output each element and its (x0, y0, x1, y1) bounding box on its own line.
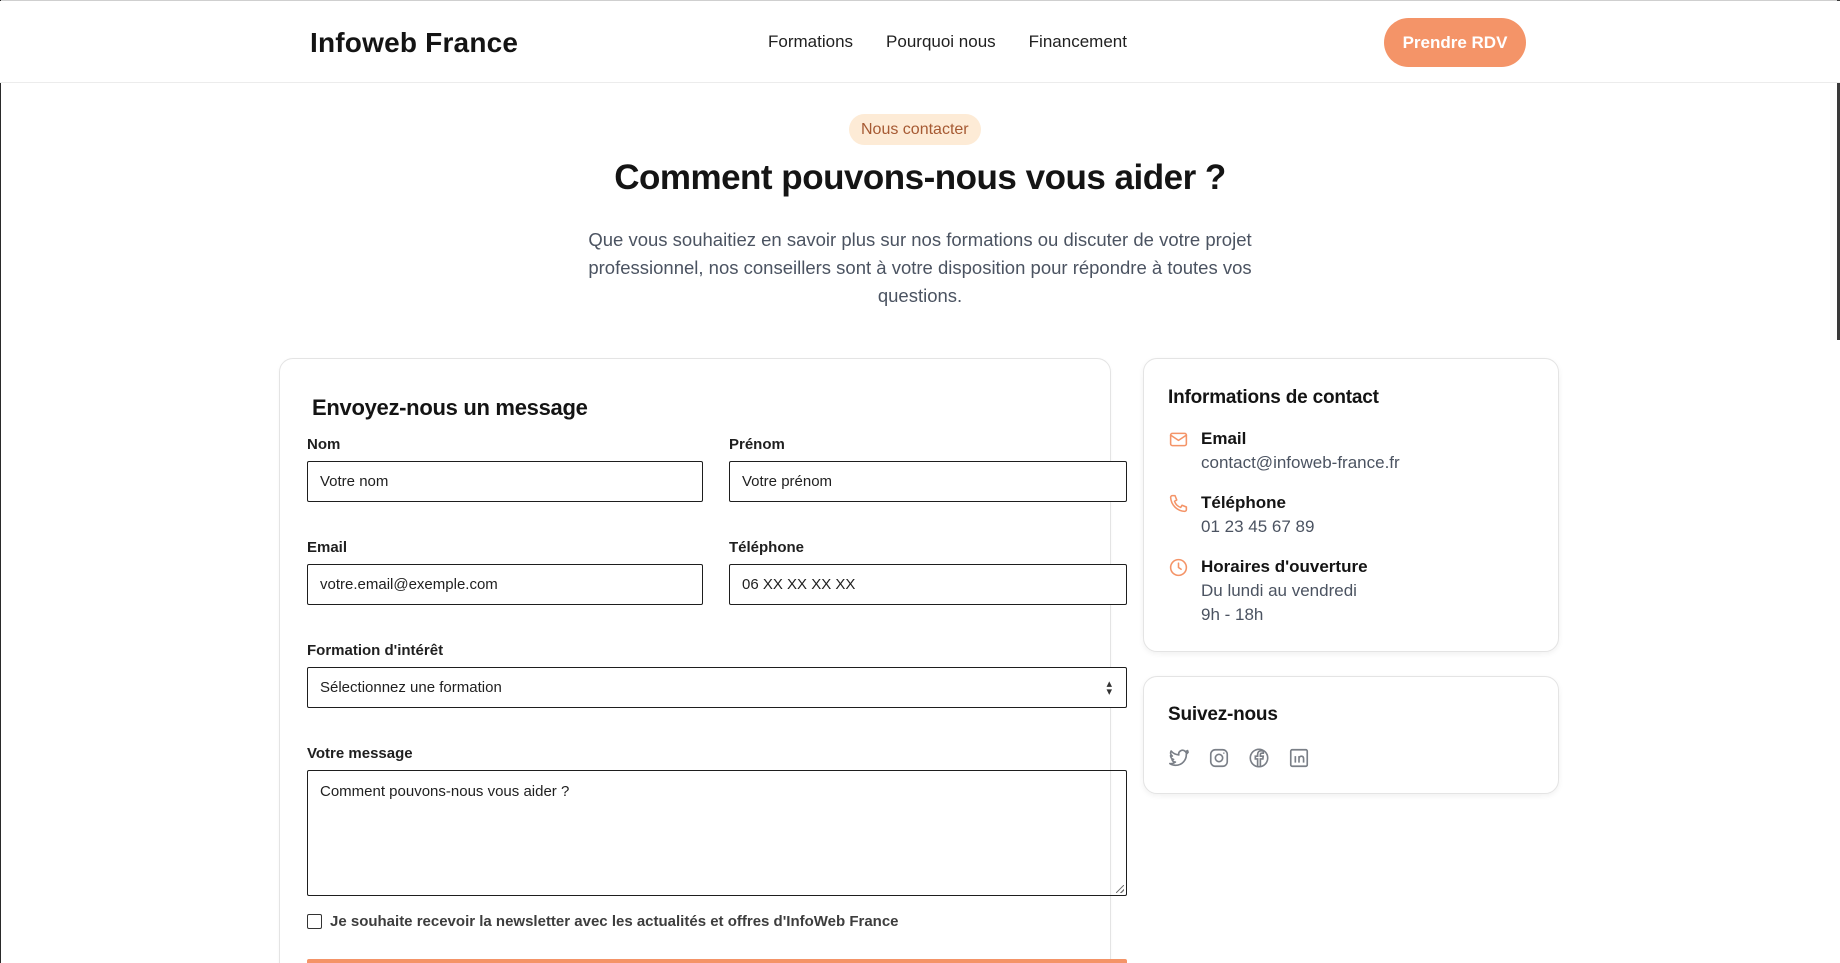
select-chevron-icon: ▴ ▾ (1106, 678, 1112, 698)
page-intro: Que vous souhaitiez en savoir plus sur n… (588, 229, 1252, 306)
formation-select-value: Sélectionnez une formation (320, 679, 502, 696)
facebook-icon[interactable] (1248, 747, 1270, 769)
twitter-icon[interactable] (1168, 747, 1190, 769)
contact-hours-item: Horaires d'ouverture Du lundi au vendred… (1168, 555, 1368, 627)
window-left-border (0, 0, 1, 963)
message-textarea[interactable]: Comment pouvons-nous vous aider ? (307, 770, 1127, 896)
nav-link-financement[interactable]: Financement (1029, 32, 1127, 52)
social-title: Suivez-nous (1168, 704, 1278, 725)
instagram-icon[interactable] (1208, 747, 1230, 769)
nom-label: Nom (307, 436, 341, 453)
formation-label: Formation d'intérêt (307, 642, 444, 659)
contact-phone-item: Téléphone 01 23 45 67 89 (1168, 491, 1314, 539)
page-title: Comment pouvons-nous vous aider ? (614, 158, 1226, 197)
site-logo[interactable]: Infoweb France (310, 27, 518, 59)
newsletter-label[interactable]: Je souhaite recevoir la newsletter avec … (330, 913, 899, 930)
linkedin-icon[interactable] (1288, 747, 1310, 769)
contact-phone-value[interactable]: 01 23 45 67 89 (1201, 515, 1314, 539)
mail-icon (1169, 432, 1188, 447)
section-badge: Nous contacter (849, 114, 981, 145)
contact-hours-time: 9h - 18h (1201, 605, 1264, 624)
formation-select[interactable]: Sélectionnez une formation ▴ ▾ (307, 667, 1127, 708)
contact-email-value[interactable]: contact@infoweb-france.fr (1201, 451, 1400, 475)
phone-icon (1169, 494, 1188, 513)
prenom-input[interactable]: Votre prénom (729, 461, 1127, 502)
prenom-label: Prénom (729, 436, 785, 453)
contact-hours-label: Horaires d'ouverture (1201, 557, 1368, 576)
contact-form-card: Envoyez-nous un message Nom Votre nom Pr… (279, 358, 1127, 963)
contact-email-item: Email contact@infoweb-france.fr (1168, 427, 1400, 475)
contact-info-title: Informations de contact (1168, 387, 1379, 408)
nav-link-formations[interactable]: Formations (768, 32, 853, 52)
social-icons (1168, 747, 1310, 769)
clock-icon (1169, 558, 1188, 577)
resize-handle-icon[interactable] (1116, 885, 1124, 893)
nav-link-pourquoi-nous[interactable]: Pourquoi nous (886, 32, 996, 52)
nom-input[interactable]: Votre nom (307, 461, 703, 502)
contact-email-label: Email (1201, 429, 1247, 448)
telephone-label: Téléphone (729, 539, 805, 556)
newsletter-checkbox[interactable] (307, 914, 322, 929)
prendre-rdv-button[interactable]: Prendre RDV (1384, 18, 1526, 67)
contact-phone-label: Téléphone (1201, 493, 1287, 512)
main-nav: Formations Pourquoi nous Financement (768, 32, 1127, 52)
contact-info-card: Informations de contact Email contact@in… (1143, 358, 1559, 652)
message-placeholder: Comment pouvons-nous vous aider ? (320, 783, 570, 800)
submit-button[interactable] (307, 959, 1127, 963)
email-label: Email (307, 539, 348, 556)
email-input[interactable]: votre.email@exemple.com (307, 564, 703, 605)
social-card: Suivez-nous (1143, 676, 1559, 794)
site-header: Infoweb France Formations Pourquoi nous … (0, 1, 1840, 83)
contact-hours-days: Du lundi au vendredi (1201, 581, 1357, 600)
message-label: Votre message (307, 745, 413, 762)
newsletter-row: Je souhaite recevoir la newsletter avec … (307, 913, 899, 930)
telephone-input[interactable]: 06 XX XX XX XX (729, 564, 1127, 605)
form-title: Envoyez-nous un message (312, 395, 588, 420)
